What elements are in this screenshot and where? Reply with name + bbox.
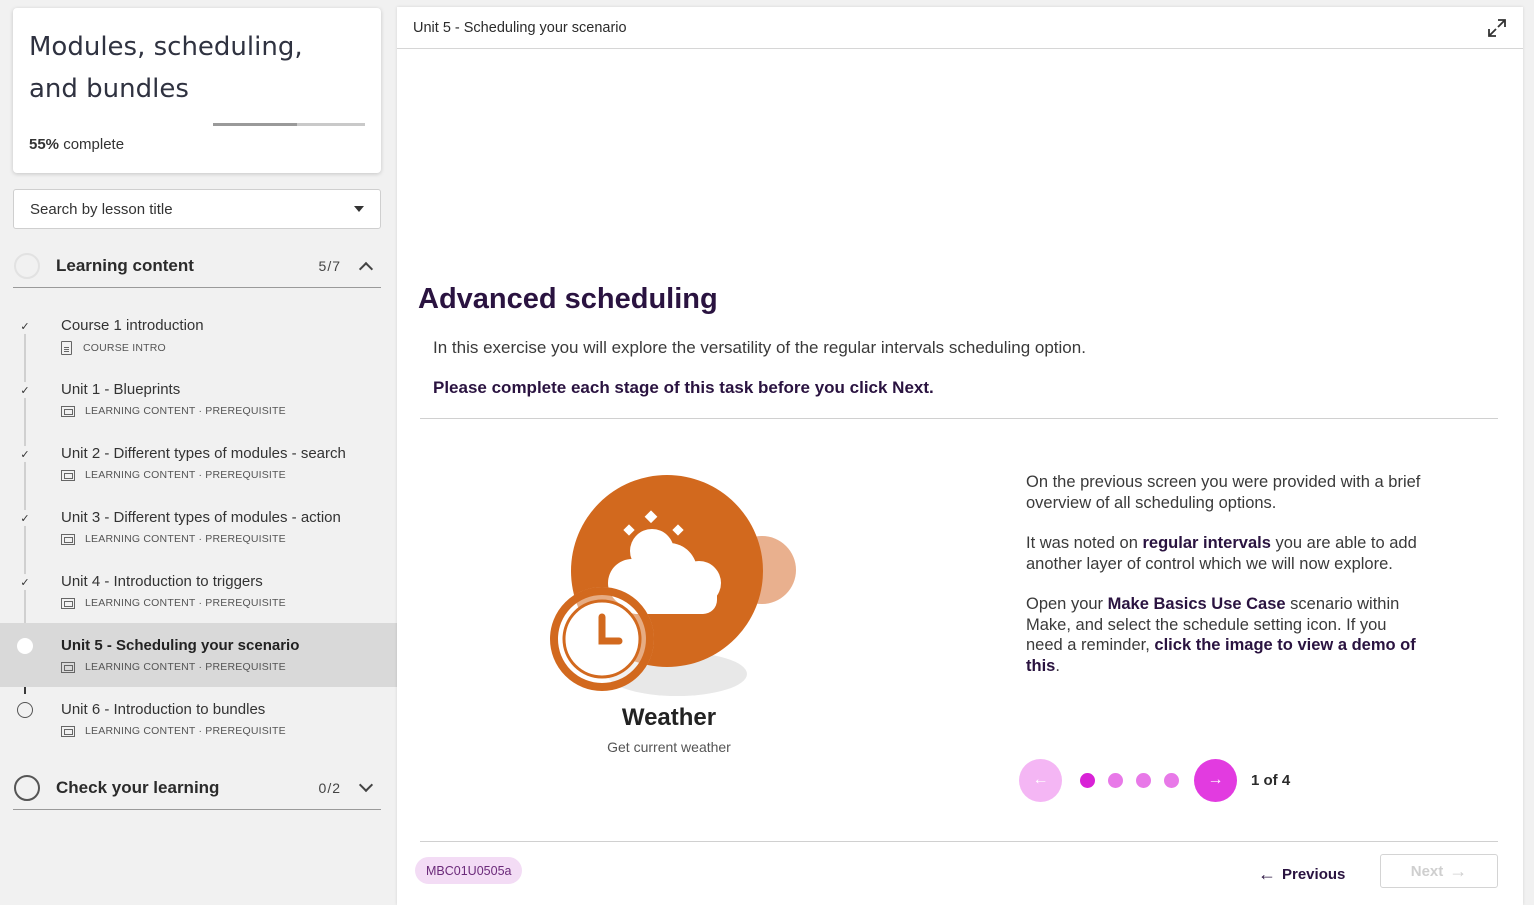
lesson-meta-text: COURSE INTRO	[83, 342, 166, 354]
lesson-meta: LEARNING CONTENT · PREREQUISITE	[61, 597, 286, 609]
text-bold: regular intervals	[1142, 534, 1271, 552]
caret-down-icon	[354, 206, 364, 212]
text-run: It was noted on	[1026, 534, 1143, 552]
lesson-item[interactable]: ✓ Unit 1 - Blueprints LEARNING CONTENT ·…	[0, 367, 397, 431]
next-label: Next	[1410, 862, 1444, 880]
lesson-content-panel: Unit 5 - Scheduling your scenario Advanc…	[397, 7, 1523, 905]
lesson-meta-text: LEARNING CONTENT · PREREQUISITE	[85, 469, 286, 481]
lesson-item-current[interactable]: Unit 5 - Scheduling your scenario LEARNI…	[0, 623, 397, 687]
panel-paragraph: Open your Make Basics Use Case scenario …	[1026, 594, 1426, 676]
carousel-dot[interactable]	[1164, 772, 1179, 788]
section-label: Learning content	[56, 255, 194, 275]
lesson-title: Unit 5 - Scheduling your scenario	[61, 637, 300, 654]
carousel-dots	[1080, 772, 1179, 788]
presentation-icon	[61, 597, 75, 609]
lesson-meta: LEARNING CONTENT · PREREQUISITE	[61, 469, 286, 481]
lesson-meta-text: LEARNING CONTENT · PREREQUISITE	[85, 597, 286, 609]
carousel-dot[interactable]	[1080, 772, 1095, 788]
divider	[420, 418, 1498, 419]
progress-percent: 55%	[29, 136, 60, 153]
intro-text: In this exercise you will explore the ve…	[433, 338, 1086, 357]
progress-suffix: complete	[63, 136, 125, 153]
presentation-icon	[61, 725, 75, 737]
lesson-title: Unit 4 - Introduction to triggers	[61, 573, 263, 590]
previous-button[interactable]: ← Previous	[1258, 860, 1345, 888]
lesson-title: Course 1 introduction	[61, 317, 204, 334]
page-title: Advanced scheduling	[418, 283, 718, 315]
lesson-title: Unit 1 - Blueprints	[61, 381, 181, 398]
step-carousel: ← → 1 of 4	[1019, 758, 1290, 802]
section-label: Check your learning	[56, 777, 220, 797]
lesson-meta-text: LEARNING CONTENT · PREREQUISITE	[85, 533, 286, 545]
sidebar: Modules, scheduling, and bundles 55% com…	[0, 0, 397, 905]
check-icon: ✓	[17, 318, 33, 334]
lesson-title: Unit 2 - Different types of modules - se…	[61, 445, 346, 462]
carousel-next-button[interactable]: →	[1194, 758, 1237, 802]
check-icon: ✓	[17, 382, 33, 398]
section-learning-content[interactable]: Learning content 5/7	[13, 244, 381, 288]
divider	[420, 841, 1498, 842]
document-icon	[61, 341, 72, 355]
lesson-meta: LEARNING CONTENT · PREREQUISITE	[61, 405, 286, 417]
progress-ring-icon	[14, 252, 40, 279]
lesson-code-badge: MBC01U0505a	[415, 857, 523, 884]
text-run: Open your	[1026, 595, 1108, 613]
lesson-header: Unit 5 - Scheduling your scenario	[397, 7, 1523, 49]
chevron-down-icon[interactable]	[358, 777, 374, 792]
course-title: Modules, scheduling, and bundles	[29, 32, 303, 104]
check-icon: ✓	[17, 510, 33, 526]
next-button[interactable]: Next →	[1380, 854, 1498, 888]
lesson-item[interactable]: ✓ Unit 2 - Different types of modules - …	[0, 431, 397, 495]
progress-text: 55% complete	[29, 136, 124, 153]
arrow-left-icon: ←	[1258, 863, 1276, 884]
section-count: 5/7	[318, 257, 341, 274]
section-count: 0/2	[318, 779, 341, 796]
arrow-right-icon: →	[1449, 860, 1468, 881]
text-bold: Make Basics Use Case	[1107, 595, 1286, 613]
lesson-meta: LEARNING CONTENT · PREREQUISITE	[61, 725, 286, 737]
previous-label: Previous	[1282, 865, 1346, 883]
text-run: .	[1055, 656, 1060, 675]
panel-paragraph: On the previous screen you were provided…	[1026, 473, 1421, 512]
progress-bar-fill	[213, 123, 297, 126]
progress-bar	[213, 123, 365, 126]
search-placeholder: Search by lesson title	[30, 200, 173, 218]
lesson-item[interactable]: ✓ Unit 3 - Different types of modules - …	[0, 495, 397, 559]
instruction-panel: On the previous screen you were provided…	[1026, 472, 1426, 696]
presentation-icon	[61, 405, 75, 417]
lesson-item[interactable]: Unit 6 - Introduction to bundles LEARNIN…	[0, 687, 397, 751]
presentation-icon	[61, 661, 75, 673]
carousel-dot[interactable]	[1108, 772, 1123, 788]
progress-ring-icon	[14, 774, 40, 801]
lesson-meta: LEARNING CONTENT · PREREQUISITE	[61, 661, 286, 673]
module-subtitle: Get current weather	[607, 739, 731, 755]
lesson-meta-text: LEARNING CONTENT · PREREQUISITE	[85, 405, 286, 417]
module-title: Weather	[621, 704, 717, 731]
chevron-up-icon[interactable]	[358, 261, 374, 276]
lesson-meta-text: LEARNING CONTENT · PREREQUISITE	[85, 725, 286, 737]
presentation-icon	[61, 469, 75, 481]
instruction-text: Please complete each stage of this task …	[433, 378, 934, 397]
carousel-dot[interactable]	[1136, 772, 1151, 788]
empty-circle-icon	[17, 702, 33, 718]
expand-icon[interactable]	[1487, 18, 1507, 38]
current-marker-icon	[17, 638, 33, 654]
lesson-meta-text: LEARNING CONTENT · PREREQUISITE	[85, 661, 286, 673]
section-check-your-learning[interactable]: Check your learning 0/2	[13, 766, 381, 810]
breadcrumb: Unit 5 - Scheduling your scenario	[413, 19, 627, 36]
carousel-prev-button[interactable]: ←	[1019, 758, 1062, 802]
check-icon: ✓	[17, 446, 33, 462]
lesson-meta: LEARNING CONTENT · PREREQUISITE	[61, 533, 286, 545]
panel-paragraph: It was noted on regular intervals you ar…	[1026, 533, 1426, 574]
course-card: Modules, scheduling, and bundles 55% com…	[13, 8, 381, 173]
lesson-title: Unit 3 - Different types of modules - ac…	[61, 509, 341, 526]
check-icon: ✓	[17, 574, 33, 590]
carousel-page-count: 1 of 4	[1251, 771, 1291, 789]
lesson-item[interactable]: ✓ Unit 4 - Introduction to triggers LEAR…	[0, 559, 397, 623]
lesson-search-select[interactable]: Search by lesson title	[13, 189, 381, 229]
lesson-meta: COURSE INTRO	[61, 341, 166, 355]
lesson-item[interactable]: ✓ Course 1 introduction COURSE INTRO	[0, 303, 397, 367]
lesson-title: Unit 6 - Introduction to bundles	[61, 701, 266, 718]
presentation-icon	[61, 533, 75, 545]
